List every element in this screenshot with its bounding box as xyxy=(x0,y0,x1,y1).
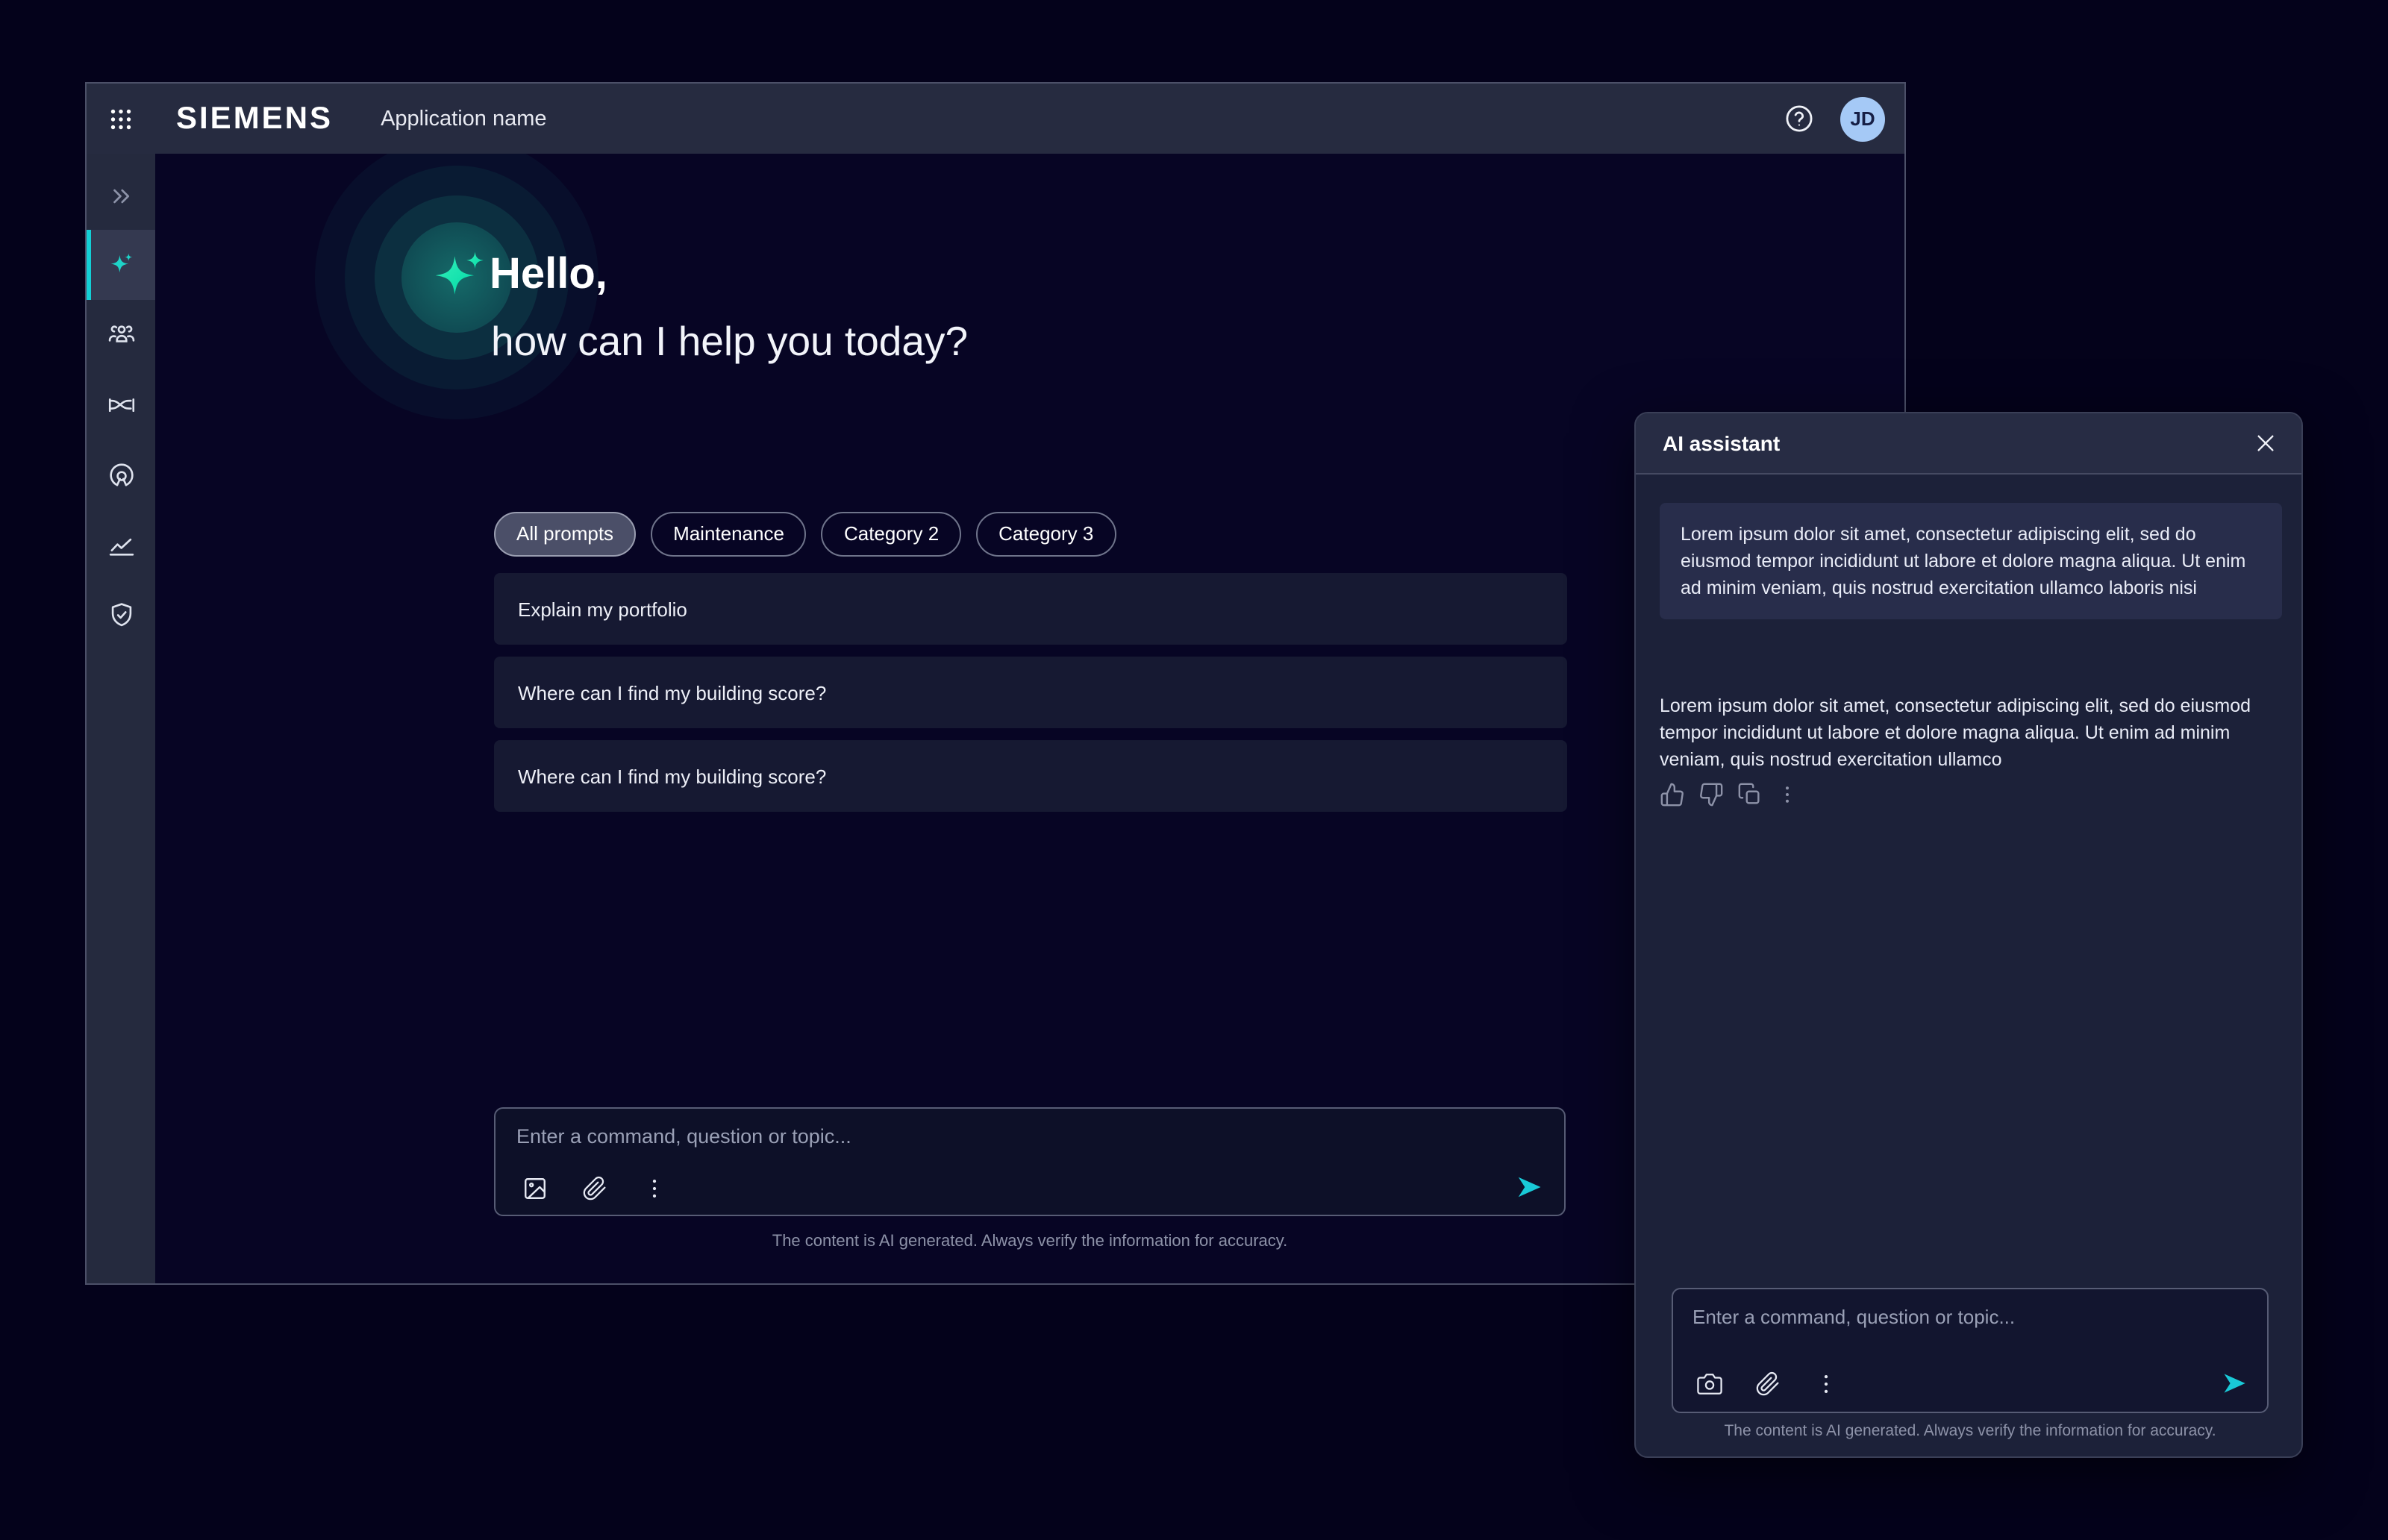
message-actions xyxy=(1660,782,1798,807)
user-message-bubble: Lorem ipsum dolor sit amet, consectetur … xyxy=(1660,503,2282,620)
ai-sparkle-icon xyxy=(105,249,137,281)
handshake-icon xyxy=(105,389,137,421)
copy-icon[interactable] xyxy=(1737,782,1763,807)
analytics-icon xyxy=(105,530,137,561)
send-icon[interactable] xyxy=(1515,1173,1543,1201)
app-launcher-icon[interactable] xyxy=(107,105,134,132)
thumbs-down-icon[interactable] xyxy=(1698,782,1724,807)
siemens-logo: SIEMENS xyxy=(176,101,333,137)
shield-check-icon xyxy=(105,600,137,631)
ai-assistant-panel: AI assistant Lorem ipsum dolor sit amet,… xyxy=(1634,412,2303,1458)
ai-panel-title: AI assistant xyxy=(1663,431,1780,455)
more-options-icon[interactable] xyxy=(1813,1371,1839,1397)
close-icon[interactable] xyxy=(2254,431,2278,455)
main-composer-input[interactable] xyxy=(496,1109,1564,1156)
prompt-filter-chips: All prompts Maintenance Category 2 Categ… xyxy=(494,512,1116,557)
sidebar-item-ai-assistant[interactable] xyxy=(87,230,155,300)
paperclip-icon[interactable] xyxy=(1755,1371,1781,1397)
hero-greeting: Hello, xyxy=(490,251,607,300)
camera-icon[interactable] xyxy=(1697,1371,1722,1397)
sidebar-item-analytics[interactable] xyxy=(87,510,155,580)
sidebar-item-security[interactable] xyxy=(87,580,155,651)
desktop-background: SIEMENS Application name JD xyxy=(0,0,2388,1540)
chip-category-3[interactable]: Category 3 xyxy=(976,512,1116,557)
help-icon[interactable] xyxy=(1784,103,1815,134)
ai-disclaimer: The content is AI generated. Always veri… xyxy=(1672,1422,2269,1440)
sidebar-item-partners[interactable] xyxy=(87,370,155,440)
chevrons-right-icon xyxy=(107,181,135,209)
send-icon[interactable] xyxy=(2221,1370,2248,1397)
hero-sparkle-icon xyxy=(427,245,493,310)
more-options-icon[interactable] xyxy=(1776,783,1798,806)
panel-composer xyxy=(1672,1288,2269,1413)
chip-maintenance[interactable]: Maintenance xyxy=(651,512,807,557)
thumbs-up-icon[interactable] xyxy=(1660,782,1685,807)
more-options-icon[interactable] xyxy=(642,1176,667,1201)
header-actions: JD xyxy=(1784,96,1885,141)
avatar[interactable]: JD xyxy=(1840,96,1885,141)
chip-all-prompts[interactable]: All prompts xyxy=(494,512,636,557)
prompt-card[interactable]: Where can I find my building score? xyxy=(494,657,1567,728)
main-composer xyxy=(494,1107,1566,1216)
panel-composer-input[interactable] xyxy=(1673,1289,2267,1343)
sidebar xyxy=(87,154,155,1283)
people-icon xyxy=(105,319,137,351)
panel-composer-tools xyxy=(1697,1371,1839,1397)
app-window: SIEMENS Application name JD xyxy=(85,82,1906,1285)
prompt-card[interactable]: Where can I find my building score? xyxy=(494,740,1567,812)
prompt-card[interactable]: Explain my portfolio xyxy=(494,573,1567,645)
composer-tools xyxy=(522,1176,667,1201)
ai-panel-header: AI assistant xyxy=(1636,413,2301,475)
open-source-icon xyxy=(105,460,137,491)
ai-disclaimer: The content is AI generated. Always veri… xyxy=(494,1233,1566,1251)
app-header: SIEMENS Application name JD xyxy=(87,84,1904,154)
sidebar-expand-button[interactable] xyxy=(87,160,155,230)
hero-subtitle: how can I help you today? xyxy=(491,318,968,366)
image-icon[interactable] xyxy=(522,1176,548,1201)
chip-category-2[interactable]: Category 2 xyxy=(822,512,961,557)
sidebar-item-open-source[interactable] xyxy=(87,440,155,510)
sidebar-item-people[interactable] xyxy=(87,300,155,370)
app-title: Application name xyxy=(381,107,547,131)
paperclip-icon[interactable] xyxy=(582,1176,607,1201)
ai-response-message: Lorem ipsum dolor sit amet, consectetur … xyxy=(1660,692,2282,774)
